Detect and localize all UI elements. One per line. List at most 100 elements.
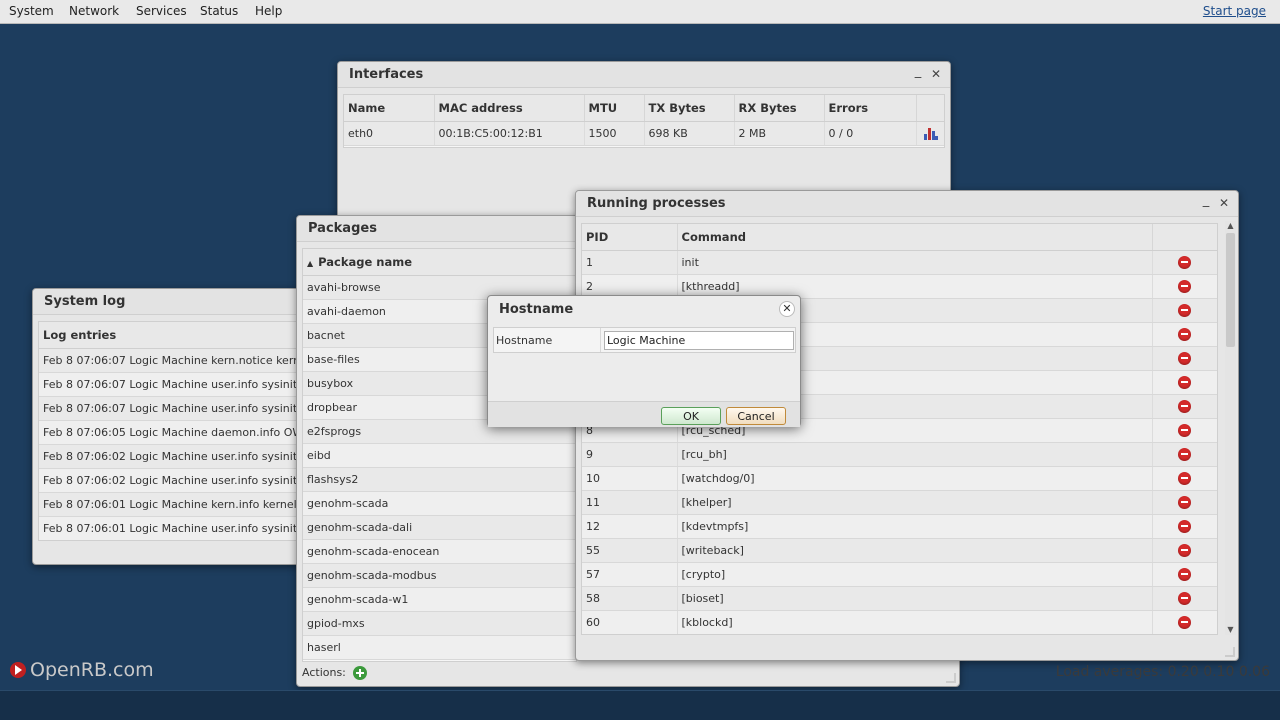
- stop-process-icon[interactable]: [1178, 448, 1191, 462]
- stop-process-icon[interactable]: [1178, 520, 1191, 534]
- col-command[interactable]: Command: [677, 224, 1153, 251]
- interfaces-titlebar[interactable]: Interfaces _ ✕: [338, 62, 950, 88]
- system-log-titlebar[interactable]: System log: [33, 289, 311, 315]
- interfaces-title: Interfaces: [349, 67, 424, 82]
- close-icon[interactable]: ✕: [930, 68, 942, 80]
- table-row[interactable]: Feb 8 07:06:05 Logic Machine daemon.info…: [39, 420, 305, 445]
- package-item: genohm-scada-w1: [303, 587, 576, 612]
- table-row[interactable]: Feb 8 07:06:02 Logic Machine user.info s…: [39, 444, 305, 469]
- divider: [600, 328, 601, 352]
- hostname-input[interactable]: [604, 331, 794, 350]
- table-row[interactable]: 57 [crypto]: [582, 562, 1217, 587]
- stop-process-icon[interactable]: [1178, 544, 1191, 558]
- col-tx[interactable]: TX Bytes: [644, 95, 735, 122]
- table-row[interactable]: 9 [rcu_bh]: [582, 442, 1217, 467]
- table-row[interactable]: gpiod-mxs: [303, 611, 576, 636]
- stop-process-icon[interactable]: [1178, 256, 1191, 269]
- stop-process-icon[interactable]: [1178, 592, 1191, 606]
- table-row[interactable]: genohm-scada-enocean: [303, 539, 576, 564]
- menu-system[interactable]: System: [9, 4, 54, 18]
- stop-process-icon[interactable]: [1178, 424, 1191, 438]
- stop-process-icon[interactable]: [1178, 616, 1191, 630]
- stop-process-icon[interactable]: [1178, 496, 1191, 510]
- table-row[interactable]: 1 init: [582, 250, 1217, 275]
- table-row[interactable]: flashsys2: [303, 467, 576, 492]
- stop-process-icon[interactable]: [1178, 304, 1191, 318]
- process-pid: 57: [582, 562, 678, 587]
- stop-process-icon[interactable]: [1178, 568, 1191, 582]
- close-icon[interactable]: ✕: [779, 301, 795, 317]
- col-name[interactable]: Name: [344, 95, 435, 122]
- col-errors[interactable]: Errors: [824, 95, 917, 122]
- table-row[interactable]: Feb 8 07:06:02 Logic Machine user.info s…: [39, 468, 305, 493]
- table-row[interactable]: Feb 8 07:06:07 Logic Machine user.info s…: [39, 372, 305, 397]
- bar-chart-icon[interactable]: [924, 127, 938, 140]
- actions-label: Actions:: [302, 666, 346, 679]
- minimize-icon[interactable]: _: [1200, 194, 1212, 209]
- table-row[interactable]: Feb 8 07:06:01 Logic Machine user.info s…: [39, 516, 305, 540]
- table-row[interactable]: Feb 8 07:06:07 Logic Machine user.info s…: [39, 396, 305, 421]
- col-mac[interactable]: MAC address: [434, 95, 585, 122]
- table-row[interactable]: 11 [khelper]: [582, 490, 1217, 515]
- col-mtu[interactable]: MTU: [584, 95, 645, 122]
- packages-title: Packages: [308, 221, 377, 236]
- resize-grip-icon[interactable]: [946, 673, 956, 683]
- dialog-footer: OK Cancel: [488, 401, 800, 427]
- process-kill-cell: [1152, 466, 1217, 491]
- ok-button[interactable]: OK: [661, 407, 721, 425]
- table-row[interactable]: eth0 00:1B:C5:00:12:B1 1500 698 KB 2 MB …: [344, 121, 944, 146]
- menu-status[interactable]: Status: [200, 4, 238, 18]
- start-page-link[interactable]: Start page: [1203, 4, 1266, 18]
- stop-process-icon[interactable]: [1178, 376, 1191, 390]
- scroll-down-icon[interactable]: ▼: [1225, 625, 1236, 635]
- processes-titlebar[interactable]: Running processes _ ✕: [576, 191, 1238, 217]
- table-row[interactable]: genohm-scada-w1: [303, 587, 576, 612]
- process-command: init: [677, 250, 1153, 275]
- minimize-icon[interactable]: _: [912, 65, 924, 80]
- iface-graph-cell: [916, 121, 944, 146]
- resize-grip-icon[interactable]: [1225, 647, 1235, 657]
- process-pid: 9: [582, 442, 678, 467]
- stop-process-icon[interactable]: [1178, 400, 1191, 414]
- scroll-up-icon[interactable]: ▲: [1225, 221, 1236, 231]
- table-row[interactable]: Feb 8 07:06:07 Logic Machine kern.notice…: [39, 348, 305, 373]
- process-kill-cell: [1152, 538, 1217, 563]
- table-row[interactable]: eibd: [303, 443, 576, 468]
- package-item: genohm-scada: [303, 491, 576, 516]
- process-command: [khelper]: [677, 490, 1153, 515]
- col-rx[interactable]: RX Bytes: [734, 95, 825, 122]
- table-row[interactable]: haserl: [303, 635, 576, 660]
- close-icon[interactable]: ✕: [1218, 197, 1230, 209]
- table-row[interactable]: 10 [watchdog/0]: [582, 466, 1217, 491]
- col-package-name[interactable]: ▲ Package name: [303, 249, 576, 276]
- table-row[interactable]: 55 [writeback]: [582, 538, 1217, 563]
- stop-process-icon[interactable]: [1178, 352, 1191, 366]
- process-pid: 11: [582, 490, 678, 515]
- table-row[interactable]: 60 [kblockd]: [582, 610, 1217, 634]
- col-log-entries[interactable]: Log entries: [39, 322, 305, 349]
- table-row[interactable]: Feb 8 07:06:01 Logic Machine kern.info k…: [39, 492, 305, 517]
- col-pid[interactable]: PID: [582, 224, 678, 251]
- table-row[interactable]: 58 [bioset]: [582, 586, 1217, 611]
- table-row[interactable]: genohm-scada: [303, 491, 576, 516]
- cancel-button[interactable]: Cancel: [726, 407, 786, 425]
- process-kill-cell: [1152, 418, 1217, 443]
- stop-process-icon[interactable]: [1178, 472, 1191, 486]
- table-row[interactable]: 12 [kdevtmpfs]: [582, 514, 1217, 539]
- stop-process-icon[interactable]: [1178, 280, 1191, 294]
- table-row[interactable]: genohm-scada-dali: [303, 515, 576, 540]
- packages-actions-bar: Actions:: [302, 666, 368, 680]
- menu-help[interactable]: Help: [255, 4, 282, 18]
- menu-services[interactable]: Services: [136, 4, 187, 18]
- add-icon[interactable]: [353, 666, 368, 680]
- stop-process-icon[interactable]: [1178, 328, 1191, 342]
- process-command: [kdevtmpfs]: [677, 514, 1153, 539]
- menu-network[interactable]: Network: [69, 4, 119, 18]
- table-row[interactable]: genohm-scada-modbus: [303, 563, 576, 588]
- package-item: flashsys2: [303, 467, 576, 492]
- scroll-thumb[interactable]: [1226, 233, 1235, 347]
- iface-tx: 698 KB: [644, 121, 735, 146]
- process-pid: 12: [582, 514, 678, 539]
- iface-rx: 2 MB: [734, 121, 825, 146]
- processes-scrollbar[interactable]: ▲ ▼: [1225, 221, 1236, 635]
